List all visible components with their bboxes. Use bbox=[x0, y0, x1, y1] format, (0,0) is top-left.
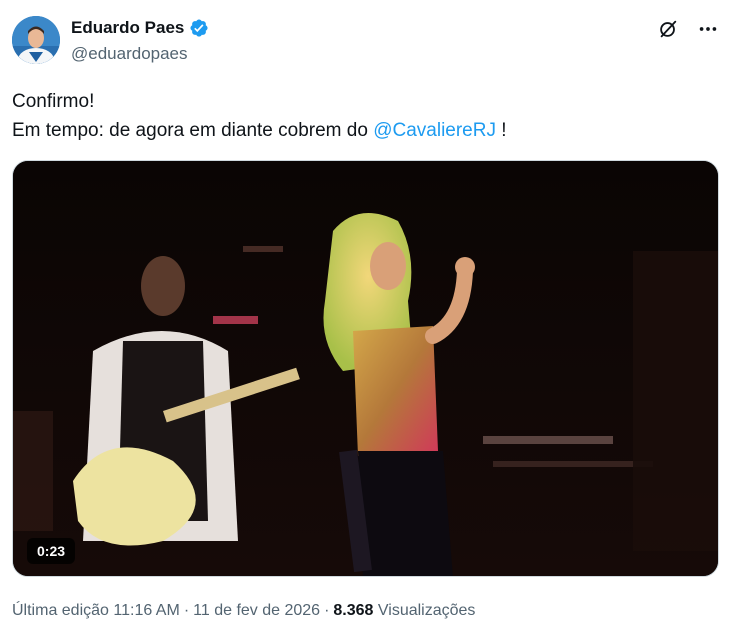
verified-badge-icon bbox=[190, 19, 208, 37]
views-label: Visualizações bbox=[377, 602, 476, 619]
mention-link[interactable]: @CavaliereRJ bbox=[373, 120, 496, 141]
grok-icon[interactable] bbox=[657, 18, 679, 40]
separator: · bbox=[324, 602, 330, 619]
views-count: 8.368 bbox=[333, 602, 374, 619]
author-name[interactable]: Eduardo Paes bbox=[71, 17, 184, 39]
video-frame bbox=[13, 161, 718, 576]
tweet-line-2-suffix: ! bbox=[495, 120, 507, 141]
tweet-meta: Última edição 11:16 AM · 11 de fev de 2026… bbox=[12, 600, 475, 622]
tweet-header: Eduardo Paes @eduardopaes bbox=[0, 0, 731, 80]
video-player[interactable]: 0:23 bbox=[12, 160, 719, 577]
avatar[interactable] bbox=[12, 16, 60, 64]
separator: · bbox=[183, 602, 190, 619]
video-duration: 0:23 bbox=[27, 538, 76, 564]
tweet-line-2-prefix: Em tempo: de agora em diante cobrem do bbox=[12, 120, 374, 141]
author-handle[interactable]: @eduardopaes bbox=[71, 43, 188, 65]
tweet-date[interactable]: 11 de fev de 2026 bbox=[193, 602, 320, 619]
tweet-line-1: Confirmo! bbox=[12, 91, 95, 112]
tweet-text: Confirmo! Em tempo: de agora em diante c… bbox=[12, 87, 712, 145]
tweet-time[interactable]: 11:16 AM bbox=[113, 602, 179, 619]
edited-label[interactable]: Última edição bbox=[12, 602, 109, 619]
tweet-line-2: Em tempo: de agora em diante cobrem do @… bbox=[12, 116, 712, 145]
more-options-icon[interactable] bbox=[697, 18, 719, 40]
